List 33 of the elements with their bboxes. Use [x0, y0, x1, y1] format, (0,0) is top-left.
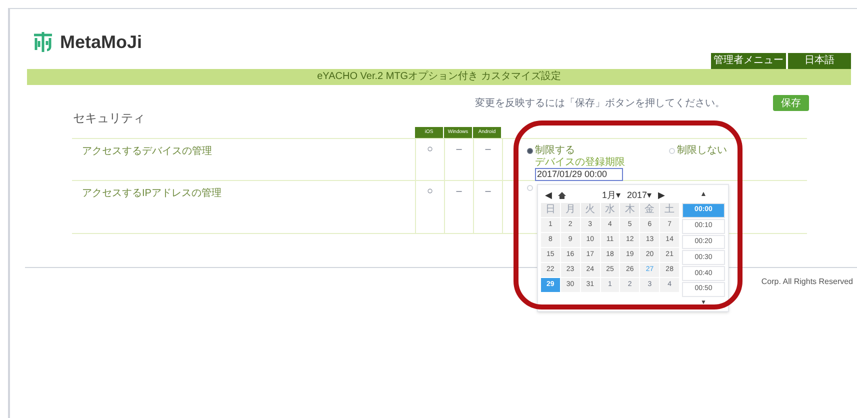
section-title: セキュリティ — [73, 110, 146, 127]
nav-button[interactable]: 日本語 — [788, 53, 851, 69]
previous-month-button[interactable]: ◀ — [545, 188, 552, 202]
title-bar: eYACHO Ver.2 MTGオプション付き カスタマイズ設定 — [27, 69, 851, 85]
table-cell-text: – — [485, 185, 491, 198]
table-cell-text: – — [456, 143, 462, 156]
table-cell-text: – — [485, 143, 491, 156]
year-dropdown[interactable]: 2017▾ — [627, 188, 652, 202]
table-cell-text: ○ — [426, 143, 434, 156]
date-field[interactable]: 2017/01/29 00:00 — [535, 168, 623, 181]
radio-label: 制限する — [535, 144, 575, 158]
field-label: デバイスの登録期限 — [535, 158, 626, 168]
table-cell-text: – — [456, 185, 462, 198]
copyright-text: Corp. All Rights Reserved — [761, 276, 853, 288]
save-hint: 変更を反映するには「保存」ボタンを押してください。 — [475, 96, 725, 110]
table-cell-text: ○ — [426, 185, 434, 198]
logo-text: MetaMoJi — [60, 30, 142, 54]
row-label: アクセスするIPアドレスの管理 — [81, 187, 222, 201]
weekday-label: 金 — [640, 203, 660, 217]
logo-icon — [32, 31, 54, 53]
weekday-label: 土 — [660, 203, 679, 217]
radio-label: 制限しない — [677, 144, 727, 158]
weekday-label: 木 — [620, 203, 640, 217]
row-label: アクセスするデバイスの管理 — [81, 145, 213, 159]
next-month-button[interactable]: ▶ — [658, 188, 666, 202]
weekday-label: 日 — [541, 203, 560, 217]
radio-button[interactable] — [527, 148, 533, 154]
home-icon[interactable] — [558, 192, 566, 199]
weekday-label: 火 — [580, 203, 600, 217]
weekday-label: 月 — [560, 203, 580, 217]
nav-button[interactable]: 管理者メニュー — [711, 53, 786, 69]
month-dropdown[interactable]: 1月▾ — [602, 188, 622, 202]
weekday-label: 水 — [600, 203, 620, 217]
